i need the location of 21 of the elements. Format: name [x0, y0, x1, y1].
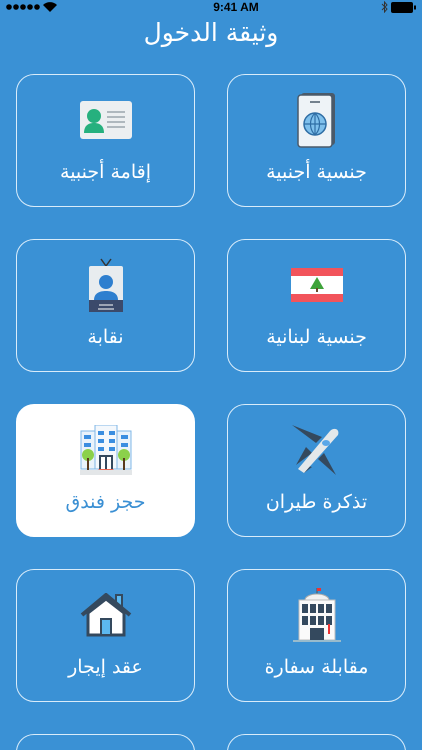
- flag-icon: [290, 268, 342, 302]
- id-badge-icon: [88, 258, 122, 312]
- battery-icon: [390, 2, 416, 12]
- wifi-icon: [43, 2, 57, 12]
- status-time: 9:41 AM: [213, 0, 259, 14]
- service-card[interactable]: مقابلة سفارة: [227, 569, 406, 702]
- service-card[interactable]: تذكرة طيران: [227, 404, 406, 537]
- service-card[interactable]: حجز فندق: [16, 404, 195, 537]
- service-card[interactable]: عقد إيجار: [16, 569, 195, 702]
- passport-icon: [296, 92, 336, 148]
- service-card[interactable]: جنسية لبنانية: [227, 239, 406, 372]
- id-card-icon: [80, 101, 132, 139]
- page-title: وثيقة الدخول: [142, 17, 280, 50]
- service-card[interactable]: إقامة أجنبية: [16, 74, 195, 207]
- signal-icon: [6, 4, 40, 10]
- service-card[interactable]: نقابة: [16, 239, 195, 372]
- hotel-icon: [80, 425, 132, 475]
- service-card[interactable]: جنسية أجنبية: [227, 74, 406, 207]
- embassy-building-icon: [292, 588, 340, 642]
- house-icon: [80, 593, 132, 637]
- bluetooth-icon: [380, 1, 388, 13]
